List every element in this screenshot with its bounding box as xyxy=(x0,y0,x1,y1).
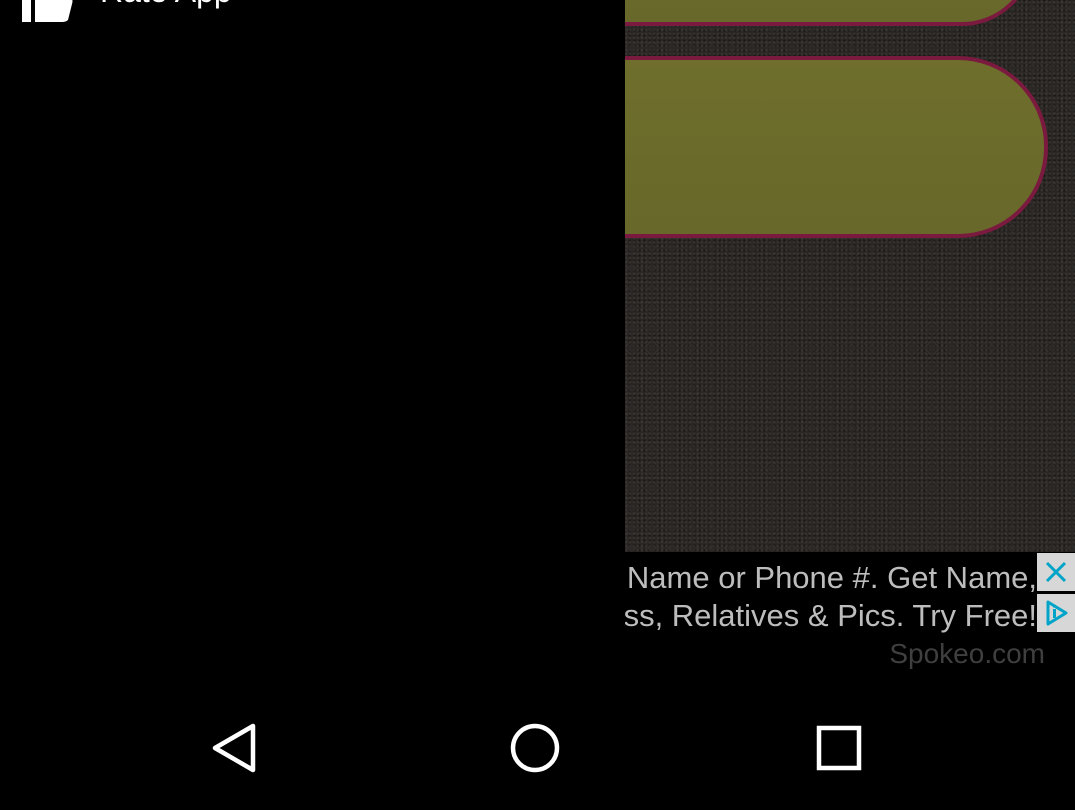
ad-info-button[interactable] xyxy=(1037,594,1075,632)
back-button[interactable] xyxy=(203,718,263,778)
navigation-drawer: Rate App xyxy=(0,0,625,680)
recents-button[interactable] xyxy=(809,718,869,778)
recents-square-icon xyxy=(816,725,862,771)
drawer-item-rate-app[interactable]: Rate App xyxy=(0,0,625,24)
drawer-item-label: Rate App xyxy=(100,0,232,22)
menu-pill-button-top[interactable] xyxy=(560,0,1034,26)
system-navigation-bar xyxy=(0,680,1075,810)
ad-choices-icon xyxy=(1046,600,1068,626)
back-triangle-icon xyxy=(212,723,256,773)
home-circle-icon xyxy=(510,723,560,773)
ad-source-link[interactable]: Spokeo.com xyxy=(889,638,1045,670)
thumbs-up-icon xyxy=(22,0,73,22)
close-icon xyxy=(1045,561,1067,583)
ad-close-button[interactable] xyxy=(1037,553,1075,591)
menu-pill-button[interactable] xyxy=(560,56,1048,238)
home-button[interactable] xyxy=(505,718,565,778)
